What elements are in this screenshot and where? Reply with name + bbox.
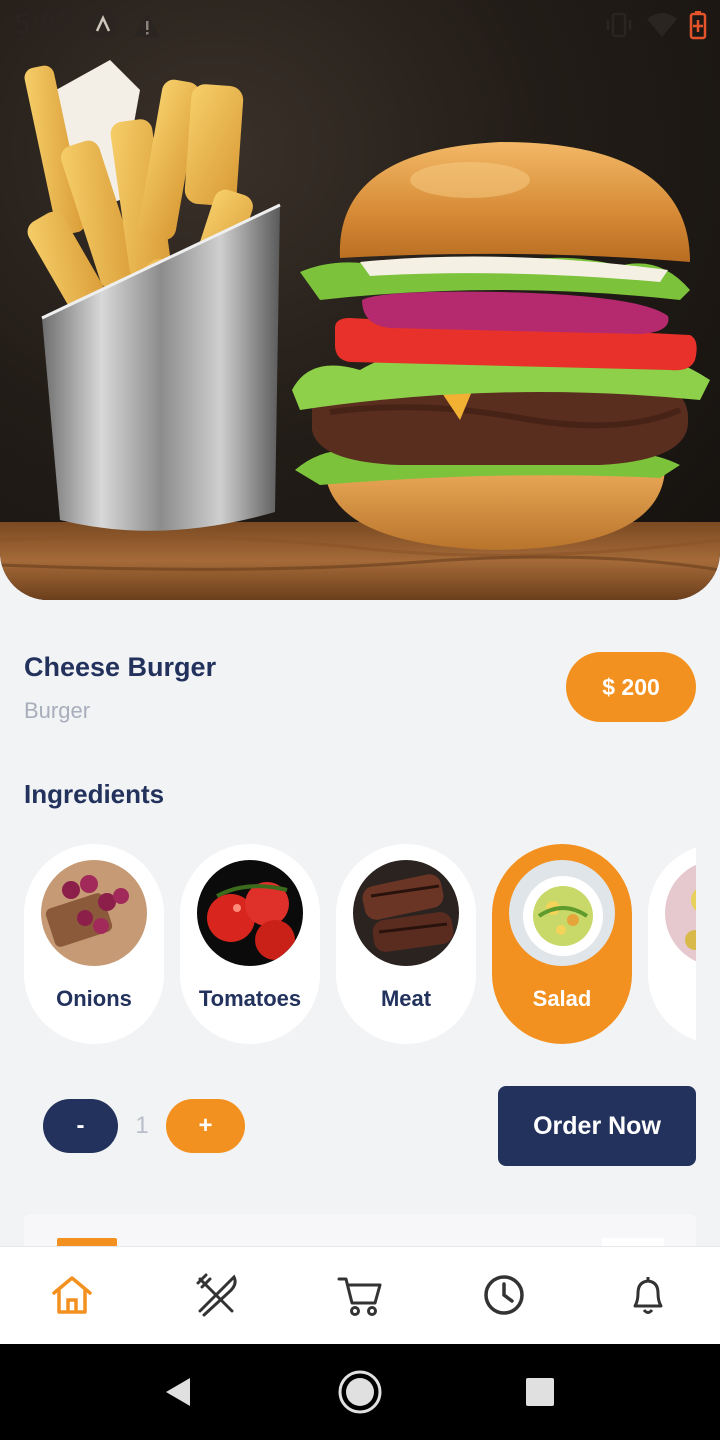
recents-icon[interactable]: [516, 1368, 564, 1416]
ingredient-label: Onions: [56, 986, 132, 1011]
warning-icon: [132, 10, 162, 45]
bottom-navigation: [0, 1246, 720, 1344]
tomatoes-image: [197, 860, 303, 966]
ingredient-label: Salad: [532, 986, 592, 1011]
product-category: Burger: [24, 698, 91, 723]
ingredient-onions[interactable]: Onions: [24, 844, 164, 1044]
ingredients-heading: Ingredients: [24, 779, 165, 809]
battery-charging-icon: [688, 10, 708, 45]
cart-icon: [337, 1277, 382, 1316]
status-bar: 5:07: [0, 0, 720, 50]
nav-home[interactable]: [48, 1271, 96, 1319]
ingredient-partial[interactable]: Le: [648, 844, 696, 1044]
nav-menu[interactable]: [192, 1271, 240, 1319]
product-title: Cheese Burger: [24, 652, 217, 682]
vibrate-icon: [604, 10, 634, 45]
ingredient-meat[interactable]: Meat: [336, 844, 476, 1044]
back-icon[interactable]: [156, 1368, 204, 1416]
nav-history[interactable]: [480, 1271, 528, 1319]
nav-cart[interactable]: [336, 1271, 384, 1319]
restaurant-icon: [196, 1273, 237, 1317]
home-icon: [52, 1276, 92, 1314]
clock-icon: [484, 1275, 524, 1315]
salad-image: [509, 860, 615, 966]
bell-icon: [633, 1277, 663, 1314]
ingredient-label: Meat: [380, 986, 432, 1011]
ingredient-partial-image: [665, 860, 696, 966]
nav-notifications[interactable]: [624, 1271, 672, 1319]
decrease-quantity-button[interactable]: -: [43, 1099, 118, 1153]
status-time: 5:07: [14, 10, 73, 40]
hero-image: [0, 0, 720, 600]
burger-fries-illustration: [0, 60, 720, 600]
order-now-button[interactable]: Order Now: [498, 1086, 696, 1166]
system-navigation-bar: [0, 1344, 720, 1440]
meat-image: [353, 860, 459, 966]
ingredient-salad[interactable]: Salad: [492, 844, 632, 1044]
quantity-value: 1: [135, 1112, 149, 1139]
onions-image: [41, 860, 147, 966]
ingredient-label: Tomatoes: [198, 986, 302, 1011]
price-badge[interactable]: $ 200: [566, 652, 696, 722]
ingredients-list[interactable]: Onions Tomatoes Meat Salad Le: [24, 844, 696, 1044]
wifi-icon: [646, 10, 678, 45]
home-button-icon[interactable]: [336, 1368, 384, 1416]
app-notification-icon: [88, 10, 118, 45]
ingredient-label: Le: [648, 986, 696, 1012]
ingredient-tomatoes[interactable]: Tomatoes: [180, 844, 320, 1044]
increase-quantity-button[interactable]: +: [166, 1099, 245, 1153]
